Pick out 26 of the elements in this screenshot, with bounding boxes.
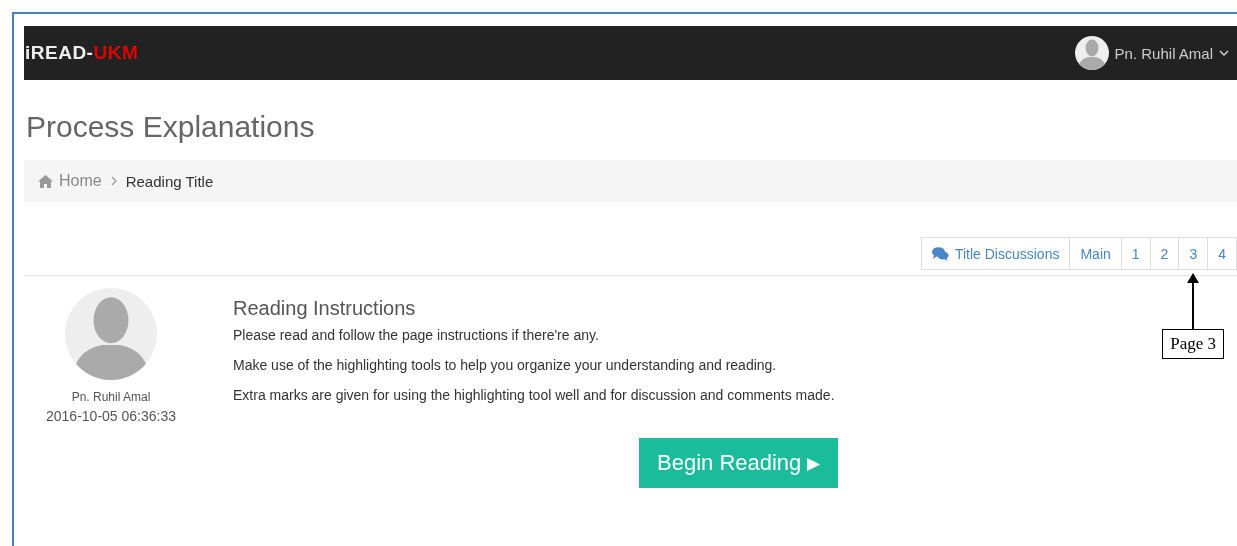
avatar-icon bbox=[1074, 36, 1109, 70]
chevron-right-icon bbox=[109, 175, 118, 187]
author-name: Pn. Ruhil Amal bbox=[71, 390, 151, 404]
page-tab[interactable]: Main bbox=[1069, 237, 1122, 270]
chat-bubbles-icon bbox=[931, 246, 949, 261]
instruction-text: Please read and follow the page instructions if there're any. bbox=[233, 327, 600, 343]
user-menu[interactable]: Pn. Ruhil Amal bbox=[1074, 36, 1237, 70]
timestamp: 2016-10-05 06:36:33 bbox=[46, 408, 176, 424]
annotation-arrow bbox=[1187, 273, 1200, 329]
instruction-text: Make use of the highlighting tools to help you organize your understanding and reading. bbox=[233, 357, 778, 373]
page-tab[interactable]: 1 bbox=[1120, 237, 1151, 270]
chevron-down-icon bbox=[1219, 49, 1229, 57]
page-tab[interactable]: 4 bbox=[1207, 237, 1237, 270]
page-title: Process Explanations bbox=[26, 109, 316, 145]
page-tab[interactable]: 3 bbox=[1178, 237, 1209, 270]
home-link[interactable]: Home bbox=[38, 172, 102, 190]
instructions-heading: Reading Instructions bbox=[233, 297, 417, 320]
breadcrumb-current: Reading Title bbox=[125, 172, 214, 190]
home-icon bbox=[38, 174, 53, 188]
brand-logo[interactable]: iREAD-UKM bbox=[25, 42, 139, 64]
instruction-text: Extra marks are given for using the highlighting tool well and for discussion and comments made. bbox=[233, 387, 836, 403]
begin-reading-button[interactable]: Begin Reading ▶ bbox=[639, 438, 839, 488]
annotation-label: Page 3 bbox=[1162, 329, 1225, 359]
discussion-tab[interactable]: Title Discussions bbox=[920, 237, 1071, 270]
avatar-icon bbox=[65, 288, 157, 380]
page-tab[interactable]: 2 bbox=[1149, 237, 1180, 270]
